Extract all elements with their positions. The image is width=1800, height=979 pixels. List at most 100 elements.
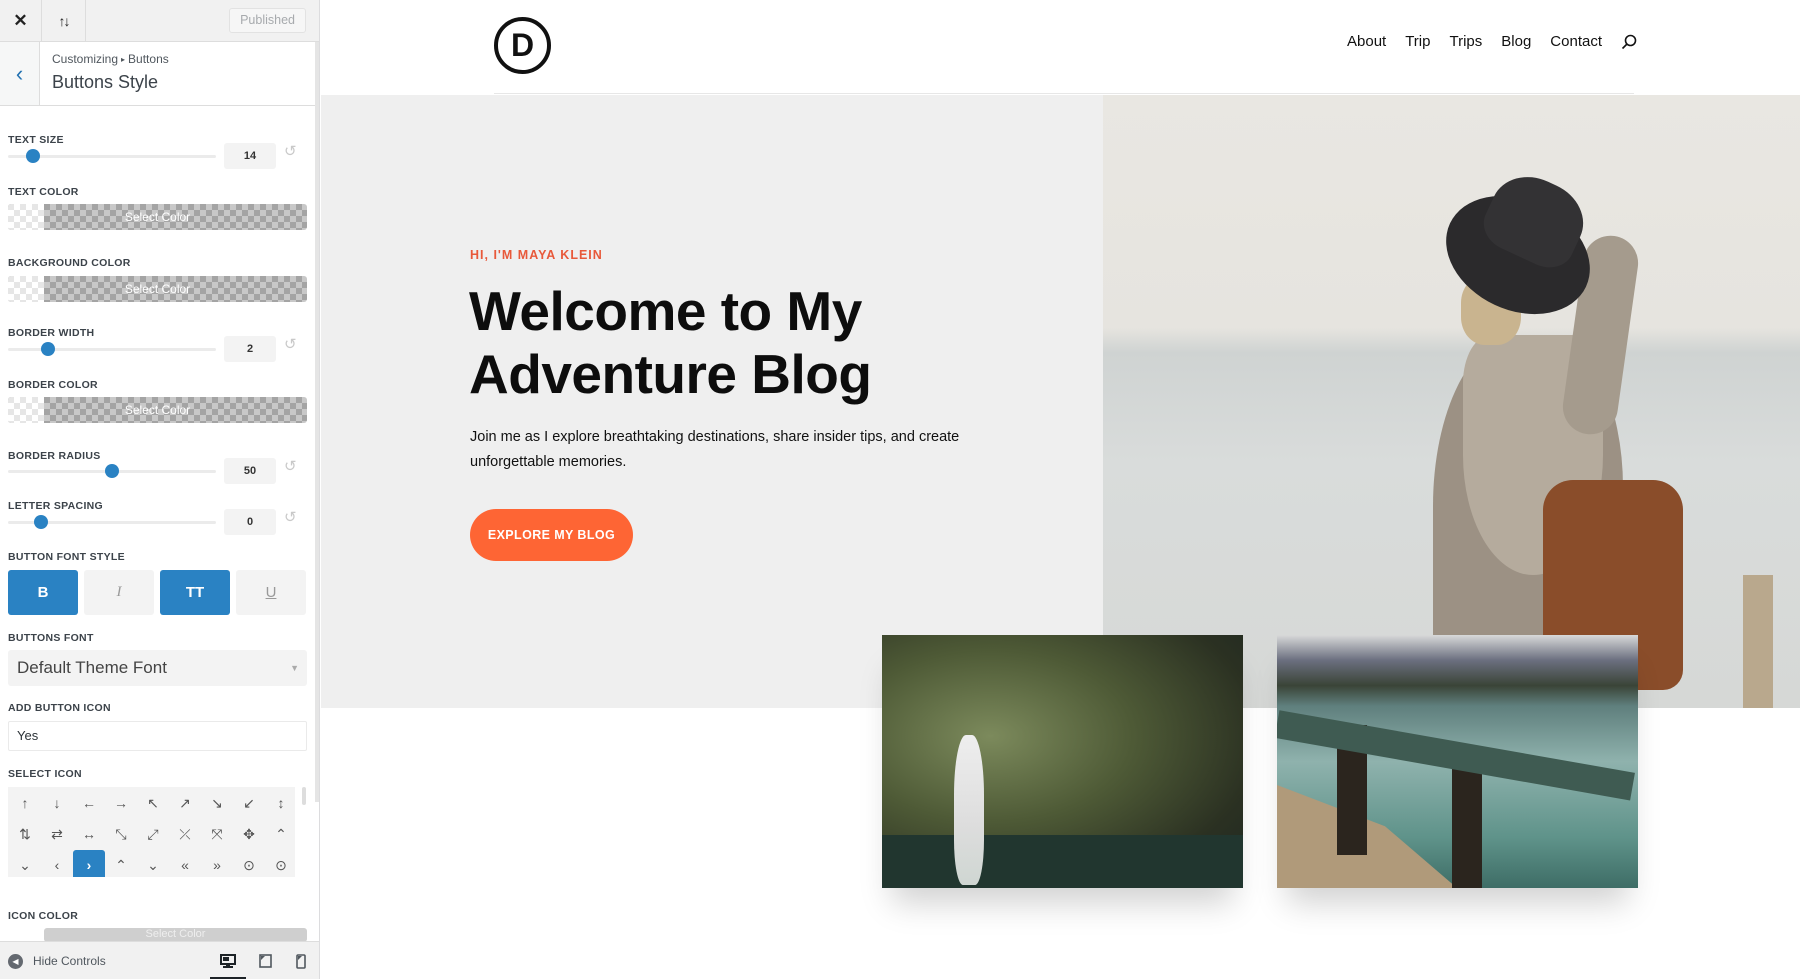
text-size-label: Text Size <box>8 134 64 146</box>
select-icon-label: Select Icon <box>8 768 82 780</box>
icon-option[interactable]: ⌄ <box>137 850 169 877</box>
waterfall-photo-card[interactable] <box>882 635 1243 888</box>
icon-option[interactable]: ↖ <box>137 788 169 818</box>
uppercase-toggle[interactable]: TT <box>160 570 230 615</box>
bold-toggle[interactable]: B <box>8 570 78 615</box>
border-color-picker[interactable]: Select Color <box>8 397 307 423</box>
icon-option[interactable]: ⤢ <box>137 819 169 849</box>
icon-picker-grid: ↑ ↓ ← → ↖ ↗ ↘ ↙ ↕ ⇅ ⇄ ↔ ⤡ ⤢ ⤫ ⤧ ✥ ⌃ ⌄ ‹ › ⌃ ⌄ «» ⊙ ⊙ <box>8 787 295 877</box>
icon-option[interactable]: ⌃ <box>105 850 137 877</box>
icon-grid-scrollbar[interactable] <box>302 787 306 805</box>
icon-option[interactable]: ← <box>73 788 105 818</box>
icon-option[interactable]: ↙ <box>233 788 265 818</box>
explore-blog-button[interactable]: EXPLORE MY BLOG <box>470 509 633 561</box>
letter-spacing-reset-icon[interactable]: ↺ <box>284 508 297 526</box>
nav-item-about[interactable]: About <box>1347 33 1386 50</box>
background-color-picker[interactable]: Select Color <box>8 276 307 302</box>
icon-color-label: Icon Color <box>8 910 79 922</box>
search-icon[interactable] <box>1621 34 1637 50</box>
text-color-picker-label: Select Color <box>124 210 191 224</box>
text-color-picker[interactable]: Select Color <box>8 204 307 230</box>
icon-option[interactable]: ⤫ <box>169 819 201 849</box>
customizer-sidebar: ✕ ↑↓ Published ‹ Customizing ▸ Buttons But… <box>0 0 320 979</box>
icon-option[interactable]: ✥ <box>233 819 265 849</box>
border-radius-value[interactable]: 50 <box>224 458 276 484</box>
panel-scrollbar[interactable] <box>315 42 319 802</box>
icon-option[interactable]: ↗ <box>169 788 201 818</box>
nav-item-trip[interactable]: Trip <box>1405 33 1430 50</box>
border-width-slider-thumb[interactable] <box>40 342 55 356</box>
chevron-left-icon: ‹ <box>15 60 24 86</box>
icon-option[interactable]: ↕ <box>265 788 295 818</box>
icon-option[interactable]: ⇄ <box>41 819 73 849</box>
main-nav: About Trip Trips Blog Contact <box>1347 33 1637 50</box>
customizer-footer: ◀ Hide Controls <box>0 941 319 979</box>
mobile-icon <box>296 953 306 969</box>
back-button[interactable]: ‹ <box>0 42 40 105</box>
border-color-picker-label: Select Color <box>124 403 191 417</box>
icon-option[interactable]: ‹ <box>41 850 73 877</box>
icon-option[interactable]: ⤧ <box>201 819 233 849</box>
text-size-value[interactable]: 14 <box>224 143 276 169</box>
border-width-reset-icon[interactable]: ↺ <box>284 335 297 353</box>
letter-spacing-slider-thumb[interactable] <box>34 515 49 529</box>
icon-option[interactable]: ⇅ <box>9 819 41 849</box>
border-radius-label: Border Radius <box>8 450 101 462</box>
background-color-picker-label: Select Color <box>124 282 191 296</box>
text-size-slider[interactable] <box>8 149 216 163</box>
nav-item-trips[interactable]: Trips <box>1449 33 1482 50</box>
underline-toggle[interactable]: U <box>236 570 306 615</box>
breadcrumb-leaf: Buttons <box>128 52 169 66</box>
border-radius-slider[interactable] <box>8 464 216 478</box>
publish-button[interactable]: Published <box>229 8 306 33</box>
close-button[interactable]: ✕ <box>0 0 42 42</box>
hide-controls-button[interactable]: ◀ Hide Controls <box>8 942 106 979</box>
desktop-icon <box>220 954 236 968</box>
icon-option[interactable]: « <box>169 850 201 877</box>
nav-item-contact[interactable]: Contact <box>1550 33 1602 50</box>
icon-option[interactable]: ↘ <box>201 788 233 818</box>
uppercase-icon: TT <box>185 584 205 601</box>
icon-option[interactable]: ⌄ <box>9 850 41 877</box>
icon-option[interactable]: ⊙ <box>233 850 265 877</box>
breadcrumb-separator-icon: ▸ <box>121 55 126 64</box>
button-font-style-label: Button Font Style <box>8 551 125 563</box>
text-size-reset-icon[interactable]: ↺ <box>284 142 297 160</box>
lake-dock-photo-card[interactable] <box>1277 635 1638 888</box>
border-width-slider[interactable] <box>8 342 216 356</box>
hero-description: Join me as I explore breathtaking destin… <box>470 429 960 470</box>
underline-icon: U <box>265 584 277 601</box>
tablet-icon <box>258 954 272 968</box>
icon-option[interactable]: ↑ <box>9 788 41 818</box>
reorder-button[interactable]: ↑↓ <box>42 0 86 42</box>
icon-option[interactable]: ↔ <box>73 819 105 849</box>
letter-spacing-slider[interactable] <box>8 515 216 529</box>
border-radius-slider-thumb[interactable] <box>105 464 119 478</box>
app-root: ✕ ↑↓ Published ‹ Customizing ▸ Buttons But… <box>0 0 1800 979</box>
add-button-icon-select[interactable]: Yes <box>8 721 307 751</box>
icon-option[interactable]: › <box>73 850 105 877</box>
border-width-value[interactable]: 2 <box>224 336 276 362</box>
breadcrumb-root: Customizing <box>52 52 119 66</box>
letter-spacing-value[interactable]: 0 <box>224 509 276 535</box>
preview-mobile-button[interactable] <box>283 942 319 979</box>
site-logo[interactable]: D <box>494 17 551 74</box>
buttons-font-value: Default Theme Font <box>17 658 167 677</box>
icon-option[interactable]: ⤡ <box>105 819 137 849</box>
hero-title-line-1: Welcome to My <box>469 280 862 342</box>
icon-option[interactable]: → <box>105 788 137 818</box>
icon-option[interactable]: ⊙ <box>265 850 295 877</box>
text-size-slider-thumb[interactable] <box>25 149 40 163</box>
border-radius-reset-icon[interactable]: ↺ <box>284 457 297 475</box>
header-divider <box>494 93 1634 94</box>
icon-option[interactable]: » <box>201 850 233 877</box>
buttons-font-select[interactable]: Default Theme Font ▼ <box>8 650 307 686</box>
nav-item-blog[interactable]: Blog <box>1501 33 1531 50</box>
preview-tablet-button[interactable] <box>247 942 283 979</box>
icon-color-picker[interactable]: Select Color <box>44 928 307 942</box>
breadcrumb: Customizing ▸ Buttons <box>52 52 169 66</box>
preview-desktop-button[interactable] <box>210 942 246 979</box>
icon-option[interactable]: ↓ <box>41 788 73 818</box>
icon-option[interactable]: ⌃ <box>265 819 295 849</box>
italic-toggle[interactable]: I <box>84 570 154 615</box>
